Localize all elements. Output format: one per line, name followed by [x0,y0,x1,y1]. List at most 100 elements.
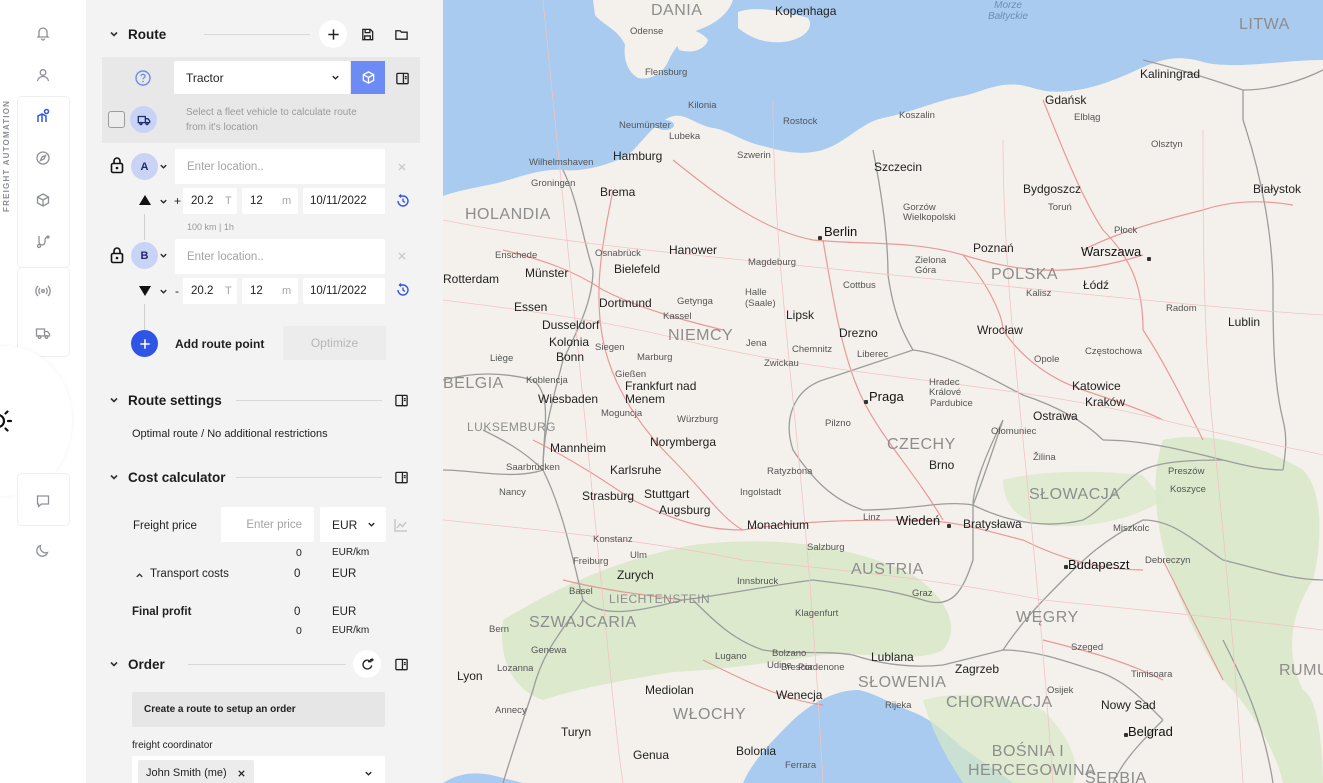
leg-info: 100 km | 1h [187,222,234,232]
box-icon[interactable] [30,187,56,213]
map-label-city: Liberec [857,349,889,360]
map-label-city: Pilzno [825,418,851,429]
map-label-city: Elbląg [1074,112,1101,123]
date-b-value: 10/11/2022 [310,285,367,297]
divider [204,34,310,35]
chevron-down-icon[interactable] [159,287,168,296]
order-title: Order [128,656,165,672]
chevron-down-icon[interactable] [159,162,168,171]
map-label-capital: Wiedeń [896,513,941,528]
vehicle-3d-button[interactable] [351,61,385,94]
location-b-input[interactable]: Enter location.. [175,239,385,274]
route-pin-icon[interactable] [30,103,56,129]
split-view-icon [394,394,408,406]
vehicle-type-select[interactable]: Tractor [174,61,350,94]
chevron-down-icon[interactable] [159,197,168,206]
lock-icon[interactable] [109,246,125,264]
chart-icon[interactable] [393,517,409,533]
route-swap-icon[interactable] [30,228,56,254]
chat-icon[interactable] [30,488,56,514]
refresh-order-button[interactable] [353,650,381,678]
order-section-header[interactable]: Order [108,652,165,676]
map-label-city: Cottbus [843,280,876,291]
map-label-city: Linz [863,512,881,523]
map-city-marker [947,524,951,528]
map-label-sea: Morze Bałtyckie [988,0,1028,22]
compass-icon[interactable] [30,145,56,171]
add-route-point-button[interactable] [131,330,158,357]
map-label-city: Flensburg [645,67,688,78]
map-label-city: Turyn [561,725,592,739]
load-triangle-icon[interactable] [138,194,152,206]
map-city-marker [864,400,868,404]
chevron-up-icon[interactable] [135,571,144,580]
coordinator-chip[interactable]: John Smith (me) [138,760,254,783]
optimize-button[interactable]: Optimize [283,326,386,360]
map-label-city: Udine [767,660,792,671]
app-root: FREIGHT AUTOMATION Route Tractor Select … [0,0,1323,783]
close-icon[interactable] [237,769,246,778]
length-a-value: 12 [250,195,263,207]
map-label-city: Gorzów Wielkopolski [903,202,956,223]
route-point-b-badge[interactable]: B [131,242,158,269]
chevron-down-icon[interactable] [159,251,168,260]
close-icon[interactable] [397,251,407,261]
help-icon[interactable] [134,69,152,87]
open-route-button[interactable] [387,20,415,48]
route-title: Route [128,26,167,42]
truck-icon[interactable] [30,320,56,346]
map-label-city: Rostock [783,116,818,127]
map-label-country: SZWAJCARIA [529,614,637,631]
moon-icon[interactable] [30,537,56,563]
weight-unit: T [225,285,232,297]
fleet-vehicle-checkbox[interactable] [108,111,125,128]
map-view[interactable]: DANIA HOLANDIA NIEMCY POLSKA BELGIA LUKS… [443,0,1323,783]
map-label-city: Katowice [1072,379,1121,393]
close-icon[interactable] [397,162,407,172]
map-label-city: Genua [633,748,670,762]
panel-layout-button[interactable] [388,64,416,92]
schedule-icon[interactable] [395,282,411,298]
map-label-city: Dortmund [599,296,652,310]
per-km-value: 0 [296,547,302,559]
transport-costs-label[interactable]: Transport costs [150,568,229,580]
route-point-a-badge[interactable]: A [131,153,158,180]
date-a-input[interactable]: 10/11/2022 [303,188,385,214]
save-route-button[interactable] [353,20,381,48]
schedule-icon[interactable] [395,193,411,209]
freight-price-input[interactable]: Enter price [221,507,314,542]
map-label-city: Kaliningrad [1140,67,1201,81]
route-settings-panel-button[interactable] [387,386,415,414]
map-label-city: Frankfurt nad Menem [625,379,697,406]
map-label-city: Strasburg [582,489,635,503]
map-label-city: Brema [600,185,636,199]
map-label-city: Bolzano [772,648,807,659]
add-route-button[interactable] [319,20,347,48]
fleet-vehicle-button[interactable] [130,106,157,133]
map-label-city: Mannheim [550,441,607,455]
weight-b-value: 20.2 [191,285,214,297]
map-label-city: Lugano [715,651,747,662]
sun-icon[interactable] [0,404,20,438]
map-label-city: Ratyzbona [767,466,813,477]
map-label-city: Częstochowa [1085,346,1143,357]
cost-panel-button[interactable] [387,463,415,491]
location-a-input[interactable]: Enter location.. [175,149,385,184]
route-section-header[interactable]: Route [108,22,166,46]
unload-triangle-icon[interactable] [138,285,152,297]
broadcast-icon[interactable] [30,278,56,304]
chevron-down-icon [110,397,118,403]
cost-calculator-header[interactable]: Cost calculator [108,465,226,489]
map-label-city: Lublin [1228,315,1261,329]
lock-icon[interactable] [109,156,125,174]
bell-icon[interactable] [30,20,56,46]
map-label-city: Rotterdam [443,272,500,286]
user-icon[interactable] [30,62,56,88]
route-settings-header[interactable]: Route settings [108,388,222,412]
currency-select[interactable]: EUR [320,507,386,542]
add-route-point-label[interactable]: Add route point [175,337,264,351]
order-panel-button[interactable] [387,650,415,678]
date-b-input[interactable]: 10/11/2022 [303,278,385,304]
fleet-hint-line: from it's location [186,122,258,133]
map-label-city: Szczecin [874,160,923,174]
